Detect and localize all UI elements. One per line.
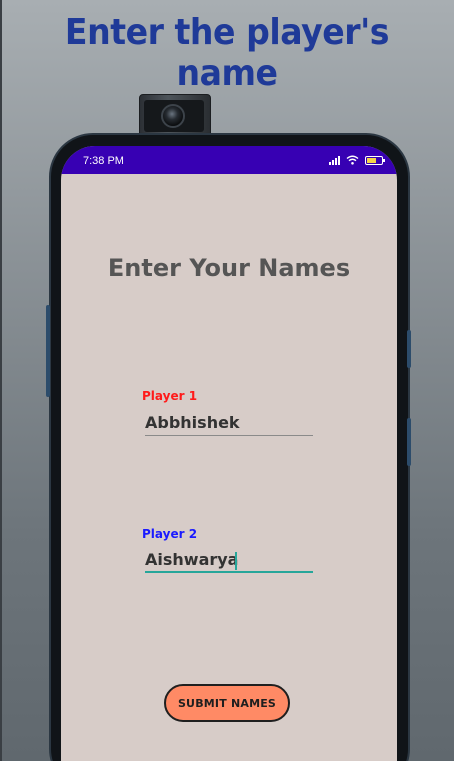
player1-input[interactable] bbox=[145, 412, 313, 436]
camera-icon bbox=[161, 104, 185, 128]
battery-icon bbox=[365, 155, 385, 165]
page-heading: Enter the player's name bbox=[64, 12, 390, 94]
status-icons bbox=[329, 154, 385, 166]
signal-icon bbox=[329, 155, 340, 165]
window-edge bbox=[0, 0, 2, 761]
phone-screen: 7:38 PM Enter Your Names Player 1 Player… bbox=[61, 146, 397, 761]
status-bar: 7:38 PM bbox=[61, 146, 397, 174]
app-title: Enter Your Names bbox=[107, 254, 351, 282]
player1-label: Player 1 bbox=[142, 389, 198, 403]
submit-names-button[interactable]: SUBMIT NAMES bbox=[164, 684, 290, 722]
player2-input[interactable] bbox=[145, 549, 313, 573]
wifi-icon bbox=[346, 155, 359, 165]
power-button bbox=[407, 330, 411, 368]
status-time: 7:38 PM bbox=[83, 155, 124, 167]
player2-label: Player 2 bbox=[142, 527, 198, 541]
text-cursor bbox=[235, 552, 237, 570]
side-button bbox=[407, 418, 411, 466]
volume-button bbox=[46, 305, 50, 397]
